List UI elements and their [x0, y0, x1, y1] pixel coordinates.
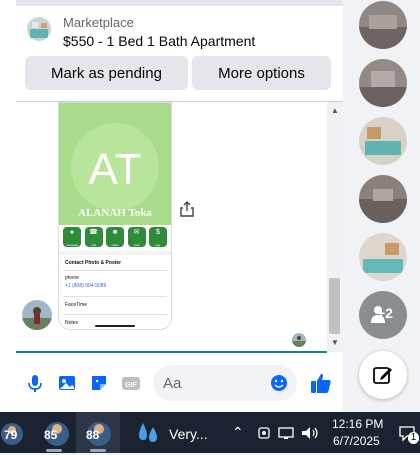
network-icon[interactable]	[278, 425, 296, 441]
gif-label: GIF	[125, 382, 137, 389]
composer-focus-line	[16, 351, 327, 353]
scrollbar-thumb[interactable]	[329, 278, 340, 334]
scroll-down-arrow[interactable]: ▼	[329, 338, 341, 348]
listing-thumbnail	[27, 17, 51, 41]
mark-as-pending-button[interactable]: Mark as pending	[25, 56, 188, 90]
contact-row-divider	[63, 296, 167, 297]
contact-message-button: ● message	[63, 227, 81, 247]
contact-action-row: ● message ☎ call ■ video ✉ mail $ pay	[63, 227, 167, 247]
contact-phone-number: +1 (808) 994-5089	[65, 283, 107, 289]
new-message-button[interactable]	[359, 351, 407, 399]
emoji-icon[interactable]	[269, 373, 289, 393]
contact-video-button: ■ video	[106, 227, 124, 247]
volume-icon[interactable]	[300, 425, 320, 441]
scroll-up-arrow[interactable]: ▲	[329, 106, 341, 116]
message-input[interactable]: Aa	[153, 365, 297, 401]
sender-avatar[interactable]	[22, 300, 52, 330]
taskbar-app-button[interactable]: 85	[40, 416, 74, 450]
contact-notes-label: Notes	[65, 320, 79, 326]
compose-icon	[373, 367, 392, 384]
taskbar-app-badge: 85	[44, 428, 58, 442]
notification-count-badge: 1	[408, 432, 419, 444]
contact-photo-poster-row: Contact Photo & Poster	[65, 260, 122, 266]
taskbar-clock-date[interactable]: 6/7/2025	[333, 434, 380, 448]
shared-contact-screenshot[interactable]: AT ALANAH Toka ● message ☎ call ■ video ✉ ma…	[58, 102, 172, 330]
microphone-icon[interactable]	[24, 372, 46, 394]
contact-facetime-label: FaceTime	[65, 302, 88, 308]
photo-icon[interactable]	[56, 372, 78, 394]
camera-privacy-icon[interactable]	[256, 425, 272, 441]
taskbar-app-button[interactable]: 88	[82, 416, 116, 450]
more-chats-count: +2	[377, 305, 393, 321]
contact-message-label: message	[65, 243, 79, 247]
sticker-icon[interactable]	[88, 372, 110, 394]
marketplace-label: Marketplace	[63, 15, 134, 30]
taskbar-running-indicator	[46, 449, 62, 452]
contact-separator	[59, 251, 171, 255]
chat-top-strip	[16, 0, 343, 6]
tray-overflow-chevron-icon[interactable]: ⌃	[232, 424, 244, 441]
taskbar-running-indicator	[90, 449, 106, 452]
contact-pay-button: $ pay	[149, 227, 167, 247]
contact-call-label: call	[91, 243, 96, 247]
contact-name: ALANAH Toka	[78, 207, 152, 219]
chat-head-avatar[interactable]	[359, 175, 407, 223]
taskbar-app-badge: 79	[4, 428, 18, 442]
contact-pay-label: pay	[155, 243, 161, 247]
chat-head-avatar[interactable]	[359, 233, 407, 281]
more-options-button[interactable]: More options	[192, 56, 331, 90]
listing-title[interactable]: $550 - 1 Bed 1 Bath Apartment	[63, 33, 255, 49]
chat-head-avatar[interactable]	[359, 59, 407, 107]
chat-head-avatar[interactable]	[359, 117, 407, 165]
contact-mail-button: ✉ mail	[127, 227, 146, 247]
taskbar-clock-time[interactable]: 12:16 PM	[332, 417, 383, 431]
contact-row-divider	[63, 314, 167, 315]
more-chats-button[interactable]: +2	[359, 291, 407, 339]
marketplace-listing-header[interactable]: Marketplace $550 - 1 Bed 1 Bath Apartmen…	[16, 8, 343, 54]
home-indicator	[95, 325, 135, 327]
contact-row-divider	[63, 270, 167, 271]
contact-mail-label: mail	[133, 243, 140, 247]
weather-text[interactable]: Very...	[169, 426, 208, 442]
contact-initials: AT	[88, 145, 142, 194]
taskbar-app-badge: 88	[86, 428, 100, 442]
chat-head-avatar[interactable]	[359, 1, 407, 49]
weather-rain-icon[interactable]	[137, 421, 163, 445]
taskbar-app-button[interactable]: 79	[0, 416, 34, 450]
share-icon[interactable]	[179, 200, 195, 218]
contact-video-label: video	[111, 243, 119, 247]
contact-phone-label: phone	[65, 275, 79, 281]
thumbs-up-icon[interactable]	[309, 371, 333, 395]
seen-receipt-avatar	[292, 333, 306, 347]
message-input-placeholder: Aa	[163, 375, 182, 392]
gif-icon[interactable]: GIF	[120, 372, 142, 394]
contact-call-button: ☎ call	[84, 227, 103, 247]
